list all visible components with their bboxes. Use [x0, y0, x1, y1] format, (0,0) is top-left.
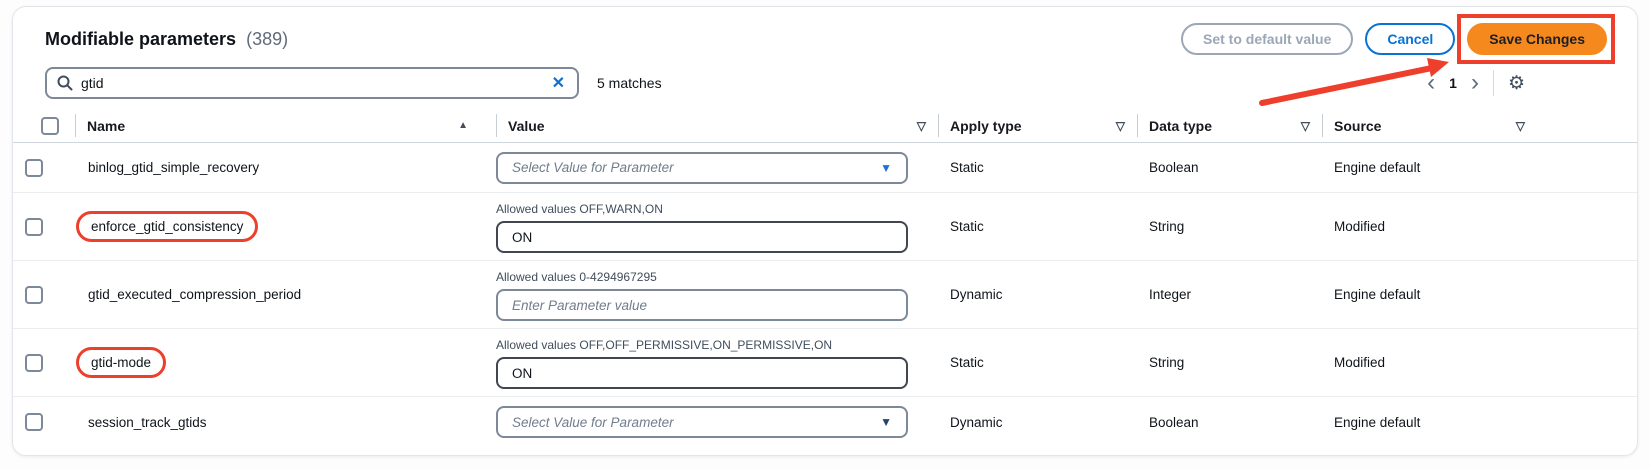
source-cell: Engine default: [1322, 397, 1637, 447]
parameter-name-cell: enforce_gtid_consistency: [75, 193, 496, 260]
data-type-cell: Boolean: [1137, 397, 1322, 447]
data-type-cell: String: [1137, 329, 1322, 396]
apply-type-cell: Static: [938, 193, 1137, 260]
parameter-name-cell: binlog_gtid_simple_recovery: [75, 143, 496, 192]
value-input[interactable]: [496, 357, 908, 389]
parameter-name-cell: gtid-mode: [75, 329, 496, 396]
save-changes-button[interactable]: Save Changes: [1467, 23, 1607, 55]
select-all-checkbox[interactable]: [41, 117, 59, 135]
parameter-name-cell: session_track_gtids: [75, 397, 496, 447]
data-type-cell: String: [1137, 193, 1322, 260]
apply-type-cell: Static: [938, 143, 1137, 192]
data-type-cell: Integer: [1137, 261, 1322, 328]
parameter-name-cell: gtid_executed_compression_period: [75, 261, 496, 328]
allowed-values-hint: Allowed values OFF,WARN,ON: [496, 202, 908, 216]
matches-count: 5 matches: [597, 75, 662, 91]
dropdown-arrow-icon: ▼: [880, 415, 892, 429]
filter-apply-type-icon[interactable]: ▽: [1116, 119, 1137, 133]
header-actions: Set to default value Cancel Save Changes: [1181, 23, 1607, 55]
column-header-value[interactable]: Value ▽: [496, 109, 938, 142]
parameter-name-annotated: gtid-mode: [76, 347, 166, 378]
settings-gear-icon[interactable]: ⚙: [1508, 72, 1525, 95]
cancel-button[interactable]: Cancel: [1365, 23, 1455, 55]
value-select[interactable]: Select Value for Parameter ▼: [496, 152, 908, 184]
toolbar-divider: [1493, 70, 1494, 96]
page-title: Modifiable parameters: [45, 29, 236, 49]
sort-ascending-icon[interactable]: ▲: [458, 120, 496, 131]
row-checkbox[interactable]: [25, 159, 43, 177]
parameter-search-box[interactable]: ✕: [45, 67, 579, 99]
apply-type-cell: Dynamic: [938, 397, 1137, 447]
panel-title-wrap: Modifiable parameters (389): [45, 29, 288, 50]
column-header-apply-type[interactable]: Apply type ▽: [938, 109, 1137, 142]
set-to-default-button[interactable]: Set to default value: [1181, 23, 1353, 55]
table-row: gtid_executed_compression_period Allowed…: [13, 261, 1637, 329]
column-header-data-type[interactable]: Data type ▽: [1137, 109, 1322, 142]
source-cell: Engine default: [1322, 143, 1637, 192]
table-header: Name ▲ Value ▽ Apply type ▽ Data type ▽ …: [13, 109, 1637, 143]
apply-type-cell: Static: [938, 329, 1137, 396]
parameter-value-cell: Allowed values OFF,OFF_PERMISSIVE,ON_PER…: [496, 329, 938, 396]
filter-value-icon[interactable]: ▽: [917, 119, 938, 133]
parameter-name: session_track_gtids: [88, 415, 207, 430]
value-input[interactable]: [496, 289, 908, 321]
source-cell: Modified: [1322, 329, 1637, 396]
row-checkbox[interactable]: [25, 413, 43, 431]
allowed-values-hint: Allowed values 0-4294967295: [496, 270, 908, 284]
search-icon: [57, 75, 73, 91]
pagination: ‹ 1 › ⚙: [1427, 70, 1607, 96]
row-checkbox[interactable]: [25, 286, 43, 304]
value-select[interactable]: Select Value for Parameter ▼: [496, 406, 908, 438]
allowed-values-hint: Allowed values OFF,OFF_PERMISSIVE,ON_PER…: [496, 338, 908, 352]
column-header-source[interactable]: Source ▽: [1322, 109, 1637, 142]
apply-type-cell: Dynamic: [938, 261, 1137, 328]
table-toolbar: ✕ 5 matches ‹ 1 › ⚙: [13, 59, 1637, 109]
modifiable-parameters-panel: Modifiable parameters (389) Set to defau…: [12, 6, 1638, 456]
parameter-name-annotated: enforce_gtid_consistency: [76, 211, 258, 242]
next-page-icon[interactable]: ›: [1471, 73, 1479, 93]
row-checkbox[interactable]: [25, 218, 43, 236]
search-input[interactable]: [73, 75, 550, 91]
table-row: enforce_gtid_consistency Allowed values …: [13, 193, 1637, 261]
filter-data-type-icon[interactable]: ▽: [1301, 119, 1322, 133]
source-cell: Engine default: [1322, 261, 1637, 328]
row-checkbox[interactable]: [25, 354, 43, 372]
dropdown-arrow-icon: ▼: [880, 161, 892, 175]
parameter-count: (389): [241, 29, 288, 49]
parameter-name: gtid_executed_compression_period: [88, 287, 301, 302]
previous-page-icon[interactable]: ‹: [1427, 73, 1435, 93]
save-button-wrap: Save Changes: [1467, 23, 1607, 55]
value-input[interactable]: [496, 221, 908, 253]
data-type-cell: Boolean: [1137, 143, 1322, 192]
table-row: binlog_gtid_simple_recovery Select Value…: [13, 143, 1637, 193]
source-cell: Modified: [1322, 193, 1637, 260]
column-header-name[interactable]: Name ▲: [75, 109, 496, 142]
parameter-value-cell: Allowed values OFF,WARN,ON: [496, 193, 938, 260]
select-all-cell: [13, 109, 75, 142]
parameters-page: Modifiable parameters (389) Set to defau…: [0, 0, 1650, 469]
filter-source-icon[interactable]: ▽: [1516, 119, 1637, 133]
clear-search-icon[interactable]: ✕: [550, 73, 567, 93]
table-row: gtid-mode Allowed values OFF,OFF_PERMISS…: [13, 329, 1637, 397]
parameter-value-cell: Select Value for Parameter ▼: [496, 143, 938, 192]
parameter-value-cell: Allowed values 0-4294967295: [496, 261, 938, 328]
current-page-number[interactable]: 1: [1449, 75, 1457, 91]
panel-header: Modifiable parameters (389) Set to defau…: [13, 7, 1637, 59]
parameter-name: binlog_gtid_simple_recovery: [88, 160, 259, 175]
table-row: session_track_gtids Select Value for Par…: [13, 397, 1637, 447]
parameter-value-cell: Select Value for Parameter ▼: [496, 397, 938, 447]
